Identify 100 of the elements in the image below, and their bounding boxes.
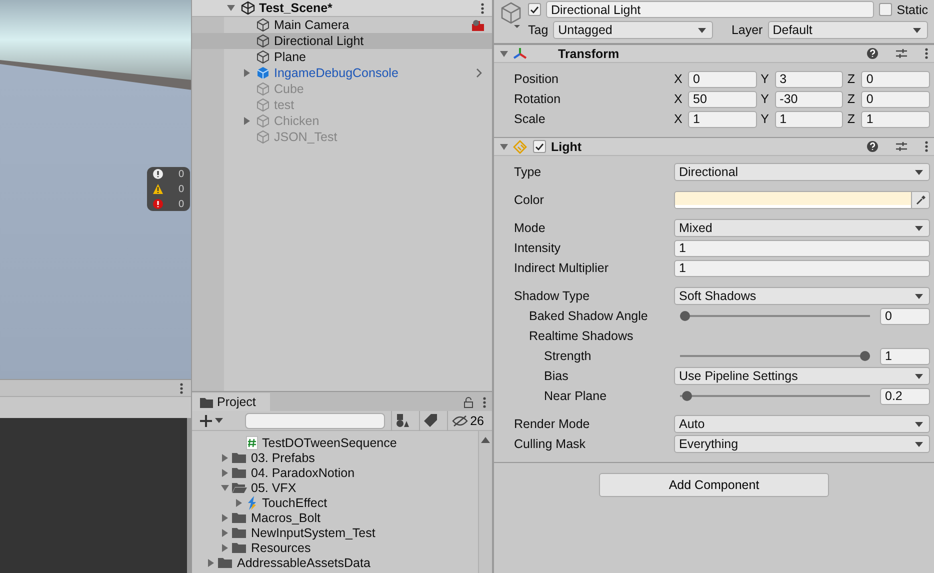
scrollbar[interactable] <box>478 431 492 573</box>
dropdown-field[interactable]: Auto <box>674 415 930 433</box>
expanded-triangle-icon[interactable] <box>500 50 508 58</box>
dropdown-caret-icon <box>915 294 923 298</box>
lock-icon[interactable] <box>464 397 473 408</box>
slider-thumb[interactable] <box>860 351 870 361</box>
create-button[interactable] <box>200 412 223 428</box>
slider-thumb[interactable] <box>682 391 692 401</box>
hierarchy-item[interactable]: IngameDebugConsole <box>192 65 492 81</box>
asset-name[interactable]: AddressableAssetsData <box>237 556 370 570</box>
dropdown-caret-icon <box>698 28 706 32</box>
preset-sliders-icon[interactable] <box>896 48 907 59</box>
expanded-triangle-icon[interactable] <box>221 484 229 492</box>
enable-checkbox[interactable] <box>533 140 546 153</box>
asset-name[interactable]: Resources <box>251 540 311 554</box>
tag-dropdown[interactable]: Untagged <box>553 21 714 39</box>
project-tab[interactable]: Project <box>192 393 270 411</box>
dropdown-field[interactable]: Use Pipeline Settings <box>674 367 930 385</box>
name-field[interactable]: Directional Light <box>546 1 874 18</box>
number-field[interactable]: -30 <box>774 90 844 108</box>
cube-icon <box>256 130 270 144</box>
folder-icon <box>218 556 233 568</box>
axis-label: X <box>674 72 684 86</box>
log-count: 0 <box>178 168 184 180</box>
hidden-packages-button[interactable]: 26 <box>447 410 488 430</box>
asset-name[interactable]: Macros_Bolt <box>251 510 320 524</box>
property-label: Near Plane <box>544 389 608 403</box>
cube-icon <box>256 34 270 48</box>
vfx-graph-icon <box>246 496 258 510</box>
property-label: Realtime Shadows <box>529 329 634 343</box>
slider-track[interactable] <box>680 350 870 362</box>
search-field[interactable] <box>245 412 386 428</box>
hierarchy-item[interactable]: Main Camera <box>192 17 492 33</box>
more-menu-icon[interactable] <box>180 382 183 394</box>
add-component-button[interactable]: Add Component <box>599 473 829 497</box>
property-label: Strength <box>544 349 592 363</box>
number-field[interactable]: 1 <box>688 110 757 128</box>
transform-axes-icon <box>513 46 527 60</box>
debug-console-badge[interactable]: 0 0 0 <box>147 167 190 211</box>
asset-name[interactable]: 04. ParadoxNotion <box>251 466 355 480</box>
number-field[interactable]: 0 <box>861 90 930 108</box>
property-label: Color <box>514 193 545 207</box>
folder-icon <box>200 396 213 408</box>
error-icon <box>153 199 163 209</box>
tag-label: Tag <box>528 23 548 37</box>
asset-name[interactable]: TestDOTweenSequence <box>262 436 397 450</box>
dropdown-caret-icon <box>915 170 923 174</box>
dropdown-field[interactable]: Mixed <box>674 219 930 237</box>
active-checkbox[interactable] <box>528 3 541 16</box>
number-field[interactable]: 0 <box>861 70 930 88</box>
preset-sliders-icon[interactable] <box>896 141 907 152</box>
asset-name[interactable]: TouchEffect <box>262 496 328 510</box>
more-menu-icon[interactable] <box>925 141 928 152</box>
expanded-triangle-icon[interactable] <box>227 4 235 12</box>
folder-icon <box>232 526 247 538</box>
number-field[interactable]: 1 <box>774 110 844 128</box>
help-icon[interactable] <box>867 48 878 59</box>
dropdown-field[interactable]: Directional <box>674 163 930 181</box>
shapes-icon <box>396 414 410 427</box>
more-menu-icon[interactable] <box>925 48 928 59</box>
layer-dropdown[interactable]: Default <box>768 21 928 39</box>
axis-label: Y <box>760 92 770 106</box>
help-icon[interactable] <box>867 141 878 152</box>
more-menu-icon[interactable] <box>481 2 484 14</box>
property-label: Scale <box>514 112 546 126</box>
asset-name[interactable]: 03. Prefabs <box>251 450 315 464</box>
number-field[interactable]: 50 <box>688 90 757 108</box>
expanded-triangle-icon[interactable] <box>500 142 508 150</box>
number-field[interactable]: 1 <box>674 260 930 276</box>
number-field[interactable]: 1 <box>674 240 930 256</box>
property-label: Shadow Type <box>514 289 591 303</box>
eyedropper-button[interactable] <box>911 192 929 208</box>
number-field[interactable]: 1 <box>861 110 930 128</box>
number-field[interactable]: 1 <box>880 348 930 364</box>
chevron-right-icon[interactable] <box>476 68 482 78</box>
dropdown-field[interactable]: Everything <box>674 435 930 453</box>
static-label: Static <box>896 2 928 16</box>
number-field[interactable]: 0 <box>880 308 930 324</box>
slider-track[interactable] <box>680 310 870 322</box>
plus-icon <box>200 414 212 426</box>
property-label: Type <box>514 165 542 179</box>
slider-thumb[interactable] <box>680 311 690 321</box>
number-field[interactable]: 0.2 <box>880 388 930 404</box>
asset-name[interactable]: NewInputSystem_Test <box>251 526 376 540</box>
color-field[interactable] <box>674 191 930 209</box>
cube-icon <box>256 50 270 64</box>
collapsed-triangle-icon[interactable] <box>243 69 251 77</box>
collapsed-triangle-icon[interactable] <box>243 117 251 125</box>
number-field[interactable]: 0 <box>688 70 757 88</box>
hierarchy-item[interactable]: Directional Light <box>192 33 492 49</box>
slider-track[interactable] <box>680 390 870 402</box>
prefab-cube-icon <box>256 66 270 80</box>
dropdown-field[interactable]: Soft Shadows <box>674 287 930 305</box>
asset-name[interactable]: 05. VFX <box>251 480 296 494</box>
hierarchy-item[interactable]: Plane <box>192 49 492 65</box>
property-label: Culling Mask <box>514 437 587 451</box>
static-checkbox[interactable] <box>878 3 892 16</box>
more-menu-icon[interactable] <box>483 397 486 408</box>
hash-script-icon <box>246 436 258 450</box>
number-field[interactable]: 3 <box>774 70 844 88</box>
